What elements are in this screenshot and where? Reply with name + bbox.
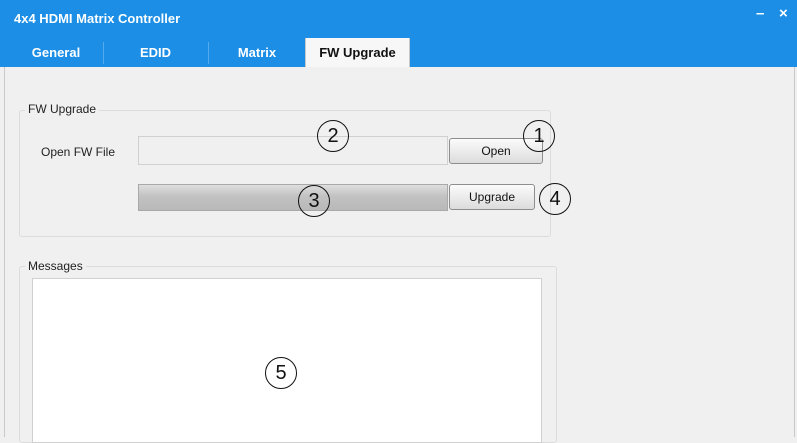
fw-upgrade-group-label: FW Upgrade xyxy=(25,102,100,116)
messages-group-label: Messages xyxy=(25,259,86,273)
tab-edid[interactable]: EDID xyxy=(104,38,207,67)
window-title: 4x4 HDMI Matrix Controller xyxy=(14,11,181,26)
tab-matrix[interactable]: Matrix xyxy=(209,38,305,67)
fw-upgrade-group xyxy=(19,110,551,237)
minimize-icon[interactable]: – xyxy=(756,6,764,22)
upgrade-button[interactable]: Upgrade xyxy=(449,184,535,210)
open-fw-file-label: Open FW File xyxy=(41,145,116,159)
callout-3: 3 xyxy=(298,185,330,217)
callout-5: 5 xyxy=(265,357,297,389)
callout-1: 1 xyxy=(523,120,555,152)
callout-4: 4 xyxy=(539,183,571,215)
tab-general[interactable]: General xyxy=(10,38,102,67)
close-icon[interactable]: × xyxy=(779,6,788,22)
callout-2: 2 xyxy=(317,120,349,152)
title-bar: 4x4 HDMI Matrix Controller – × General E… xyxy=(0,0,797,67)
upgrade-progress-bar xyxy=(138,184,448,211)
tab-fw-upgrade[interactable]: FW Upgrade xyxy=(305,38,410,67)
fw-file-path-field[interactable] xyxy=(138,136,448,165)
tab-content-panel: FW Upgrade Open FW File Open Upgrade Mes… xyxy=(4,67,795,443)
